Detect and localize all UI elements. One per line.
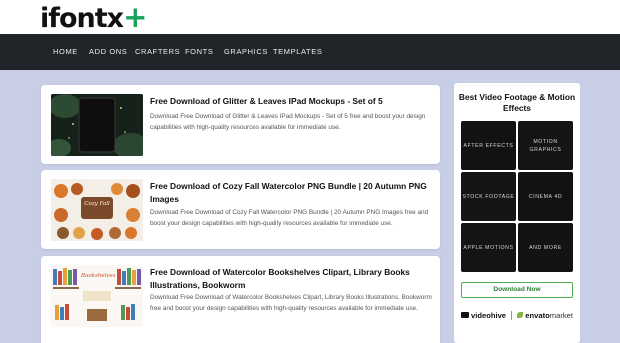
post-description: Download Free Download of Watercolor Boo…	[150, 294, 432, 312]
envato-market-logo[interactable]: envato market	[517, 311, 573, 320]
post-title[interactable]: Free Download of Watercolor Bookshelves …	[150, 266, 432, 291]
ipad-mockup-image	[51, 94, 143, 156]
post-title[interactable]: Free Download of Glitter & Leaves IPad M…	[150, 95, 432, 108]
main-nav: HOME ADD ONS CRAFTERS FONTS GRAPHICS TEM…	[0, 34, 620, 70]
site-logo[interactable]: ifontx+	[40, 0, 147, 34]
autumn-bundle-image	[51, 179, 143, 241]
post-description: Download Free Download of Glitter & Leav…	[150, 113, 426, 131]
nav-graphics[interactable]: GRAPHICS	[224, 34, 268, 70]
envato-leaf-icon	[517, 312, 524, 318]
download-now-button[interactable]: Download Now	[461, 282, 573, 298]
tile-after-effects[interactable]: AFTER EFFECTS	[461, 121, 516, 170]
post-card: Free Download of Glitter & Leaves IPad M…	[41, 85, 440, 164]
tile-motion-graphics[interactable]: MOTION GRAPHICS	[518, 121, 573, 170]
site-header: ifontx+	[0, 0, 620, 34]
post-title[interactable]: Free Download of Cozy Fall Watercolor PN…	[150, 180, 432, 205]
videohive-text: videohive	[471, 310, 507, 320]
nav-fonts[interactable]: FONTS	[185, 34, 213, 70]
post-description: Download Free Download of Cozy Fall Wate…	[150, 209, 429, 227]
sidebar-ad: Best Video Footage & Motion Effects AFTE…	[454, 83, 580, 343]
post-thumbnail[interactable]	[51, 94, 143, 156]
post-thumbnail[interactable]: Cozy Fall	[51, 179, 143, 241]
sidebar-title: Best Video Footage & Motion Effects	[458, 92, 576, 113]
nav-crafters[interactable]: CRAFTERS	[135, 34, 180, 70]
logo-divider	[511, 310, 513, 320]
nav-home[interactable]: HOME	[53, 34, 78, 70]
partner-logos: videohive envato market	[461, 309, 573, 321]
tile-stock-footage[interactable]: STOCK FOOTAGE	[461, 172, 516, 221]
videohive-logo[interactable]: videohive	[461, 311, 506, 320]
tile-apple-motions[interactable]: APPLE MOTIONS	[461, 223, 516, 272]
thumbnail-caption: Bookshelves	[81, 273, 116, 279]
videohive-icon	[461, 312, 469, 318]
logo-plus: +	[123, 0, 147, 34]
tile-and-more[interactable]: AND MORE	[518, 223, 573, 272]
thumbnail-caption: Cozy Fall	[84, 201, 110, 207]
nav-add-ons[interactable]: ADD ONS	[89, 34, 127, 70]
post-card: Cozy Fall Free Download of Cozy Fall Wat…	[41, 170, 440, 249]
envato-text: envato	[525, 310, 550, 320]
logo-text: ifontx	[40, 3, 124, 34]
post-thumbnail[interactable]: Bookshelves	[51, 265, 143, 327]
tile-cinema-4d[interactable]: CINEMA 4D	[518, 172, 573, 221]
post-card: Bookshelves Free Download of Watercolor …	[41, 256, 440, 343]
market-text: market	[549, 310, 573, 320]
nav-templates[interactable]: TEMPLATES	[273, 34, 322, 70]
